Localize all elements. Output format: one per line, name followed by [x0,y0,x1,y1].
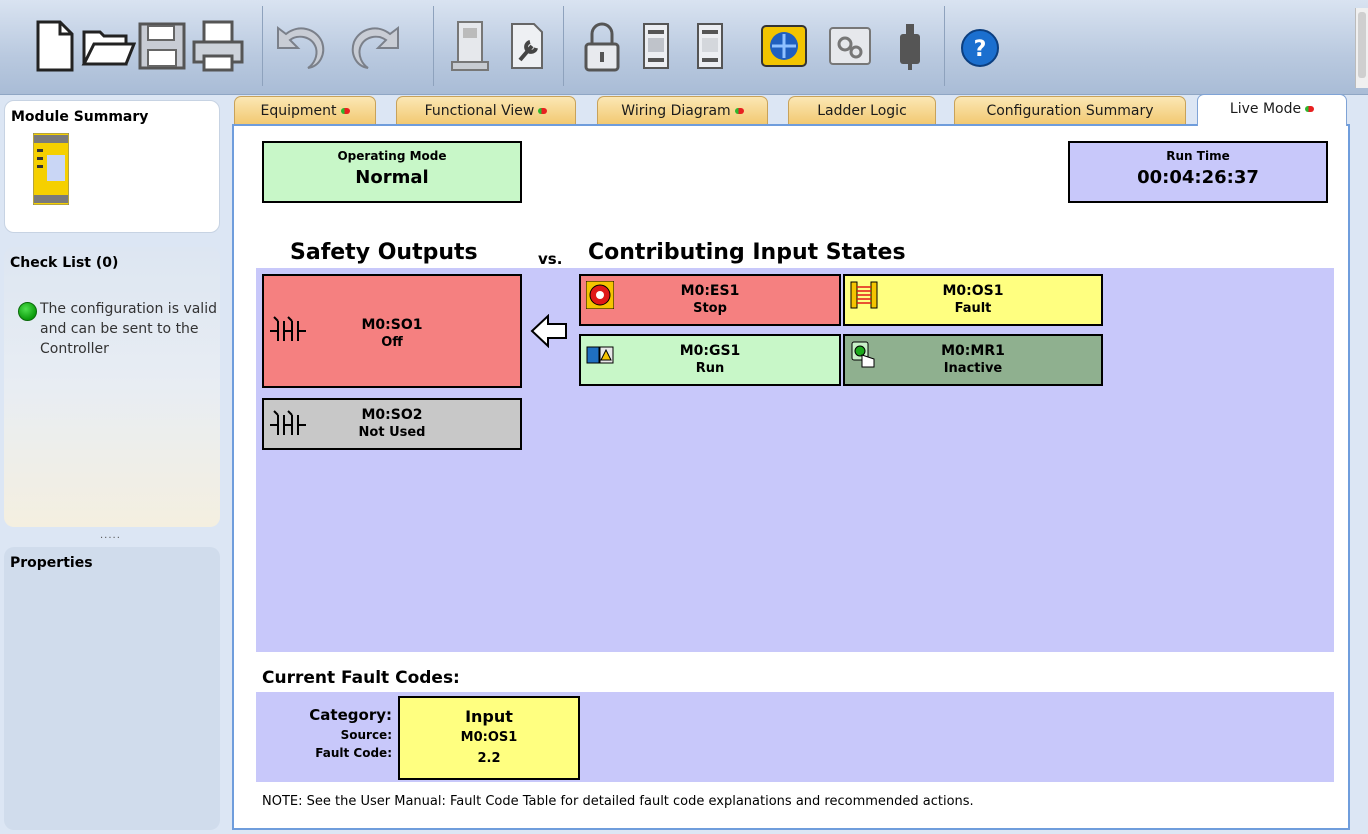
mr1-id: M0:MR1 [941,343,1005,359]
save-icon[interactable] [134,18,190,74]
usb-plug-icon[interactable] [892,18,928,74]
toolbar-scrollbar[interactable] [1355,8,1368,88]
es1-id: M0:ES1 [680,283,740,299]
tab-label: Functional View [424,103,535,119]
module-icon[interactable] [634,18,678,74]
tab-live-mode[interactable]: Live Mode [1197,94,1347,126]
emergency-stop-icon [586,281,614,309]
operating-mode-label: Operating Mode [337,149,447,163]
input-mr1[interactable]: M0:MR1 Inactive [843,334,1103,386]
run-time-value: 00:04:26:37 [1137,167,1259,188]
inputs-title: Contributing Input States [588,240,906,265]
input-es1[interactable]: M0:ES1 Stop [579,274,841,326]
settings-wrench-icon[interactable] [504,18,548,74]
tab-label: Live Mode [1229,101,1302,117]
gate-switch-icon [586,346,614,364]
light-curtain-icon [850,281,878,309]
checklist-panel: Check List (0) The configuration is vali… [4,247,220,527]
fault-code-label: Fault Code: [315,746,392,760]
gs1-id: M0:GS1 [679,343,741,359]
toolbar-separator [563,6,564,86]
tab-ladder-logic[interactable]: Ladder Logic [788,96,936,124]
connect-network-icon[interactable] [758,18,810,74]
module-alt-icon[interactable] [688,18,732,74]
checklist-message: The configuration is valid and can be se… [40,301,217,357]
live-mode-content: Operating Mode Normal Run Time 00:04:26:… [232,124,1350,830]
svg-text:?: ? [974,37,987,62]
relay-contact-icon [270,410,306,435]
status-dot-icon [734,108,744,114]
status-dot-icon [1305,106,1315,112]
fault-codes-title: Current Fault Codes: [262,668,460,688]
fault-note: NOTE: See the User Manual: Fault Code Ta… [262,794,974,809]
tab-configuration-summary[interactable]: Configuration Summary [954,96,1186,124]
status-dot-icon [340,108,350,114]
module-thumbnail[interactable] [32,132,70,206]
properties-title: Properties [10,555,93,571]
tab-label: Configuration Summary [986,103,1154,119]
help-icon[interactable]: ? [958,18,1002,74]
es1-state: Stop [693,301,727,316]
fault-source-label: Source: [340,728,392,742]
relay-contact-icon [270,316,306,341]
new-file-icon[interactable] [26,18,82,74]
safety-output-so1[interactable]: M0:SO1 Off [262,274,522,388]
operating-mode-box: Operating Mode Normal [262,141,522,203]
toolbar-separator [433,6,434,86]
operating-mode-value: Normal [355,167,429,188]
gs1-state: Run [695,361,725,376]
manual-reset-icon [851,341,875,368]
toolbar: ? [0,0,1368,95]
open-folder-icon[interactable] [80,18,136,74]
safety-output-so2[interactable]: M0:SO2 Not Used [262,398,522,450]
vs-label: vs. [538,250,563,268]
fault-code: 2.2 [477,751,501,766]
properties-panel: Properties [4,547,220,830]
os1-state: Fault [954,301,992,316]
tab-wiring-diagram[interactable]: Wiring Diagram [597,96,768,124]
toolbar-separator [944,6,945,86]
module-summary-panel: Module Summary [4,100,220,233]
input-os1[interactable]: M0:OS1 Fault [843,274,1103,326]
fault-code-box: Input M0:OS1 2.2 [398,696,580,780]
toolbar-separator [262,6,263,86]
left-arrow-icon [530,313,568,349]
scrollbar-thumb[interactable] [1358,12,1366,78]
run-time-label: Run Time [1166,149,1230,163]
redo-icon[interactable] [346,18,408,74]
tab-equipment[interactable]: Equipment [234,96,376,124]
tab-label: Wiring Diagram [621,103,731,119]
print-icon[interactable] [190,18,246,74]
tab-label: Equipment [260,103,337,119]
run-time-box: Run Time 00:04:26:37 [1068,141,1328,203]
controller-icon[interactable] [448,18,492,74]
fault-category-label: Category: [309,706,392,724]
module-summary-title: Module Summary [11,109,149,125]
fault-category: Input [465,707,513,726]
mr1-state: Inactive [943,361,1003,376]
lock-icon[interactable] [580,18,624,74]
input-gs1[interactable]: M0:GS1 Run [579,334,841,386]
tab-label: Ladder Logic [817,103,907,119]
undo-icon[interactable] [268,18,330,74]
os1-id: M0:OS1 [942,283,1004,299]
panel-splitter[interactable]: ..... [100,530,121,541]
gears-icon[interactable] [826,18,874,74]
safety-outputs-title: Safety Outputs [290,240,478,265]
tab-functional-view[interactable]: Functional View [396,96,576,124]
status-ok-icon [18,302,37,321]
checklist-title: Check List (0) [10,255,119,271]
fault-source: M0:OS1 [460,730,518,745]
status-dot-icon [538,108,548,114]
